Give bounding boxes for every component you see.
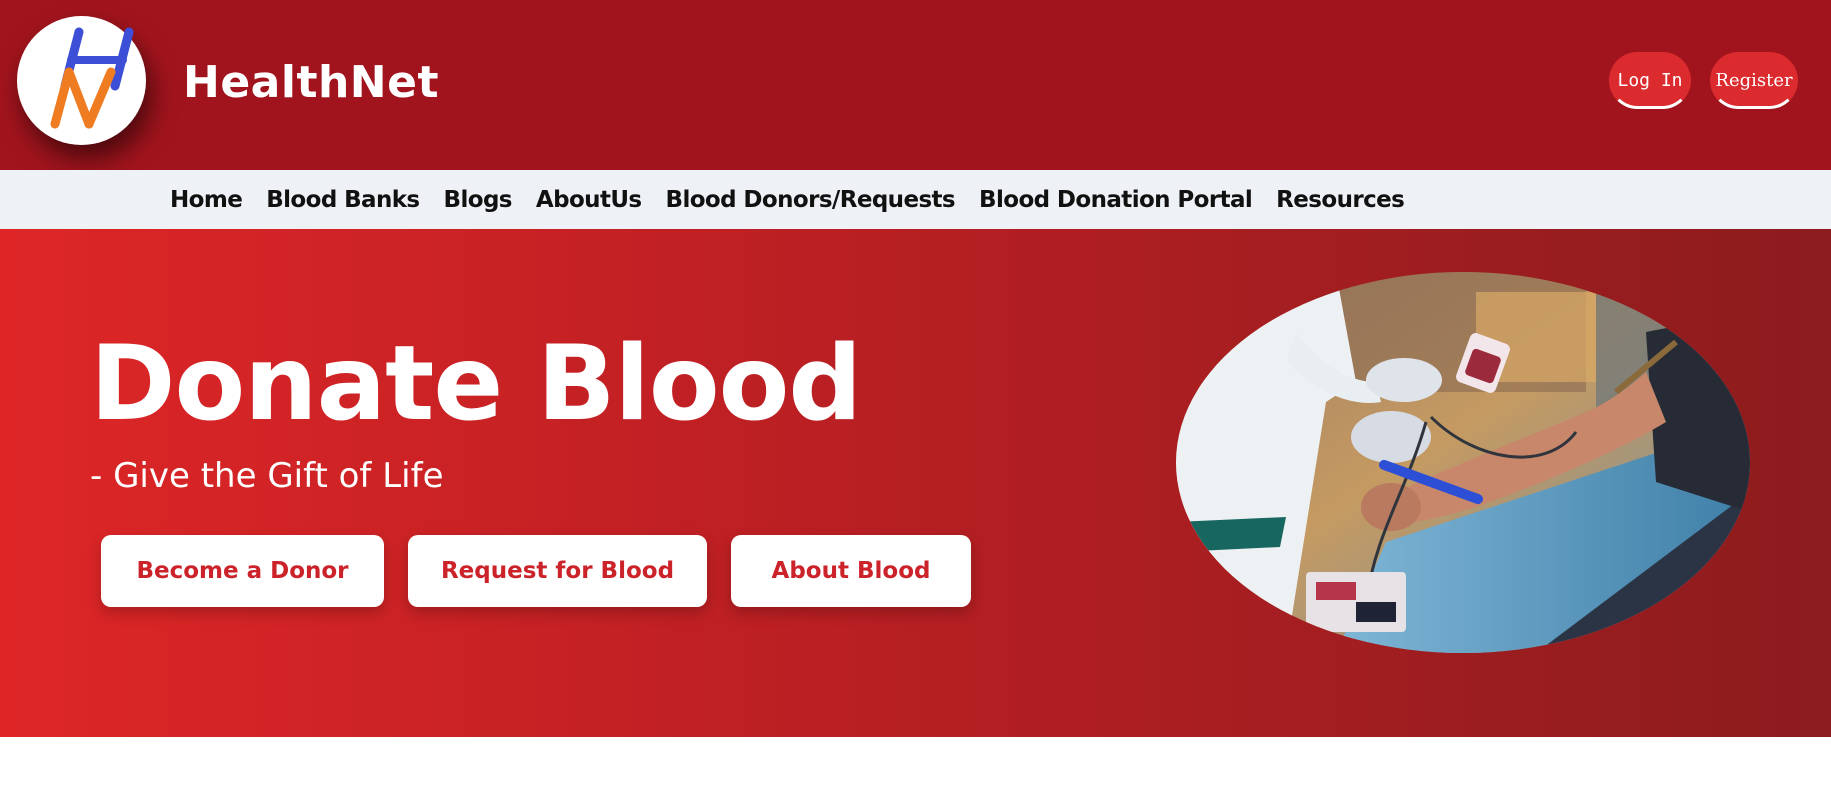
blood-donation-photo bbox=[1176, 272, 1750, 653]
request-blood-button[interactable]: Request for Blood bbox=[408, 535, 707, 607]
become-donor-button[interactable]: Become a Donor bbox=[101, 535, 384, 607]
healthnet-logo[interactable] bbox=[17, 16, 146, 145]
nav-item-about-us[interactable]: AboutUs bbox=[536, 187, 642, 213]
nav-item-blood-donors-requests[interactable]: Blood Donors/Requests bbox=[666, 187, 956, 213]
nav-item-home[interactable]: Home bbox=[170, 187, 243, 213]
nav-item-blogs[interactable]: Blogs bbox=[444, 187, 513, 213]
hn-logo-icon bbox=[50, 27, 134, 129]
hero-banner: Donate Blood - Give the Gift of Life Bec… bbox=[0, 229, 1831, 737]
hero-subtitle: - Give the Gift of Life bbox=[90, 456, 444, 496]
nav-item-blood-donation-portal[interactable]: Blood Donation Portal bbox=[979, 187, 1253, 213]
hero-title: Donate Blood bbox=[90, 324, 862, 444]
nav-list: Home Blood Banks Blogs AboutUs Blood Don… bbox=[170, 170, 1405, 229]
brand-name: HealthNet bbox=[183, 57, 439, 108]
about-blood-button[interactable]: About Blood bbox=[731, 535, 971, 607]
login-button[interactable]: Log In bbox=[1609, 52, 1691, 109]
site-header: HealthNet Log In Register bbox=[0, 0, 1831, 170]
register-button[interactable]: Register bbox=[1710, 52, 1798, 109]
nav-item-blood-banks[interactable]: Blood Banks bbox=[266, 187, 420, 213]
nav-item-resources[interactable]: Resources bbox=[1276, 187, 1405, 213]
main-nav: Home Blood Banks Blogs AboutUs Blood Don… bbox=[0, 170, 1831, 229]
